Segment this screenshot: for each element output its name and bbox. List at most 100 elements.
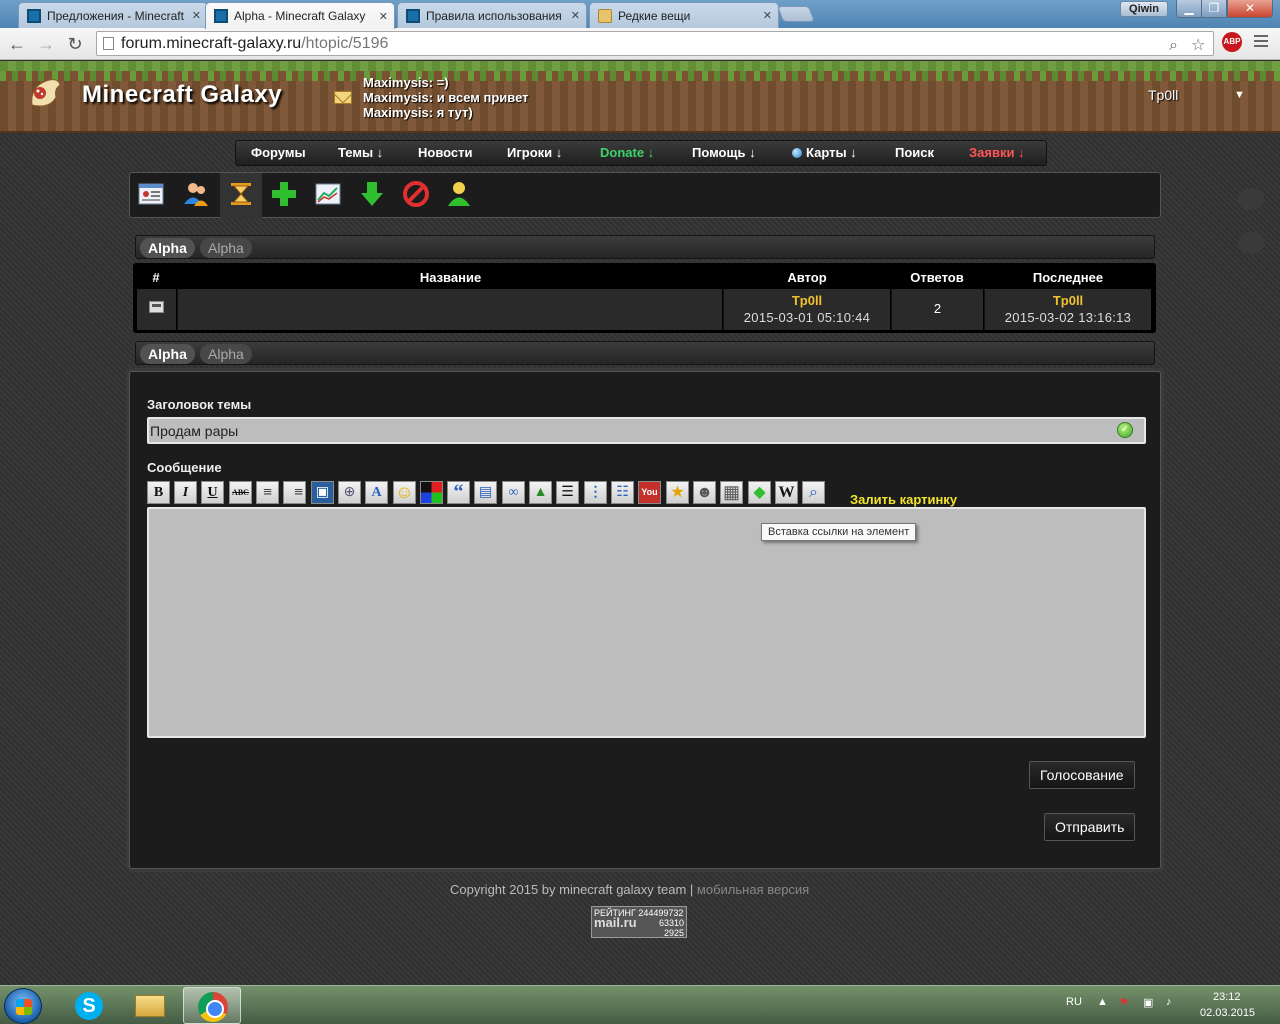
bold-button[interactable]: B — [147, 481, 170, 504]
font-color-button[interactable]: A — [365, 481, 388, 504]
tab-alpha[interactable]: Alpha - Minecraft Galaxy ✕ — [205, 2, 395, 29]
breadcrumb-item[interactable]: Alpha — [200, 344, 252, 364]
numbered-list-button[interactable]: ☷ — [611, 481, 634, 504]
breadcrumb-item[interactable]: Alpha — [200, 238, 252, 258]
zoom-icon[interactable]: ⌕ — [1169, 34, 1178, 57]
nav-donate[interactable]: Donate ↓ — [600, 145, 654, 160]
nav-news[interactable]: Новости — [418, 145, 473, 160]
volume-icon[interactable]: ♪ — [1166, 996, 1172, 1008]
strikethrough-button[interactable]: ABC — [229, 481, 252, 504]
youtube-button[interactable]: You — [638, 481, 661, 504]
window-close-button[interactable]: ✕ — [1227, 0, 1273, 18]
poll-button[interactable]: Голосование — [1029, 761, 1135, 789]
breadcrumb: Alpha Alpha — [135, 235, 1155, 259]
italic-button[interactable]: I — [174, 481, 197, 504]
clock-time[interactable]: 23:12 — [1213, 991, 1241, 1003]
mail-icon[interactable] — [334, 91, 352, 104]
insert-image-button[interactable]: ▲ — [529, 481, 552, 504]
reload-icon[interactable]: ↻ — [63, 32, 87, 56]
insert-item-link-button[interactable]: ◆ — [748, 481, 771, 504]
color-palette-button[interactable]: ■ — [420, 481, 443, 504]
insert-link-button[interactable]: ∞ — [502, 481, 525, 504]
nav-forums[interactable]: Форумы — [251, 145, 306, 160]
tab-proposals[interactable]: Предложения - Minecraft ✕ — [18, 2, 208, 28]
adblock-icon[interactable]: ABP — [1222, 32, 1242, 52]
underline-button[interactable]: U — [201, 481, 224, 504]
forward-icon[interactable]: → — [34, 32, 58, 56]
back-icon[interactable]: ← — [5, 32, 29, 56]
wiki-button[interactable]: W — [775, 481, 798, 504]
nav-help[interactable]: Помощь ↓ — [692, 145, 756, 160]
close-icon[interactable]: ✕ — [192, 9, 201, 22]
submit-button[interactable]: Отправить — [1044, 813, 1136, 841]
add-plus-icon[interactable] — [269, 179, 299, 209]
last-date[interactable]: 2015-03-02 13:16:13 — [985, 310, 1151, 325]
tray-expand-icon[interactable]: ▲ — [1097, 996, 1108, 1008]
insert-spoiler-button[interactable]: ⊕ — [338, 481, 361, 504]
stats-chart-icon[interactable] — [313, 179, 343, 209]
preview-button[interactable]: ⌕ — [802, 481, 825, 504]
chrome-menu-icon[interactable] — [1254, 35, 1268, 49]
taskbar-chrome[interactable] — [183, 987, 241, 1024]
bullet-list-button[interactable]: ⋮ — [584, 481, 607, 504]
mobile-version-link[interactable]: мобильная версия — [697, 882, 809, 897]
row-title-cell[interactable] — [177, 289, 722, 330]
bookmark-star-icon[interactable]: ☆ — [1191, 34, 1205, 57]
col-header-num: # — [152, 270, 160, 285]
last-user-link[interactable]: Tp0ll — [985, 293, 1151, 308]
user-icon[interactable] — [444, 179, 474, 209]
quote-button[interactable]: “ — [447, 481, 470, 504]
message-textarea[interactable] — [147, 507, 1146, 738]
taskbar-skype[interactable]: S — [60, 987, 118, 1024]
flag-alert-icon[interactable]: ⚑ — [1119, 996, 1129, 1009]
award-button[interactable]: ★ — [666, 481, 689, 504]
tab-rare-items[interactable]: Редкие вещи ✕ — [589, 2, 779, 28]
close-icon[interactable]: ✕ — [571, 9, 580, 22]
breadcrumb-item[interactable]: Alpha — [140, 344, 195, 364]
topic-title-input[interactable] — [147, 417, 1146, 444]
breadcrumb-item[interactable]: Alpha — [140, 238, 195, 258]
mailru-counter[interactable]: РЕЙТИНГ 244499732 mail.ru 63310 2925 — [591, 906, 687, 938]
ban-icon[interactable] — [401, 179, 431, 209]
taskbar-explorer[interactable] — [121, 987, 179, 1024]
author-link[interactable]: Tp0ll — [724, 293, 890, 308]
start-button[interactable] — [4, 988, 42, 1024]
minimize-button[interactable]: ▁ — [1176, 0, 1202, 18]
smiley-button[interactable]: ☺ — [393, 481, 416, 504]
nav-search[interactable]: Поиск — [895, 145, 934, 160]
insert-block-button[interactable]: ▣ — [311, 481, 334, 504]
clock-date[interactable]: 02.03.2015 — [1200, 1007, 1255, 1019]
minecraft-favicon-icon — [27, 8, 41, 23]
chevron-down-icon[interactable]: ▼ — [1234, 89, 1245, 101]
new-tab-button[interactable] — [777, 6, 815, 22]
nav-requests[interactable]: Заявки ↓ — [969, 145, 1025, 160]
separator: | — [686, 882, 697, 897]
insert-code-button[interactable]: ▤ — [474, 481, 497, 504]
download-arrow-icon[interactable] — [357, 179, 387, 209]
nav-maps[interactable]: Карты ↓ — [792, 145, 857, 160]
side-scroll-icon[interactable] — [1238, 188, 1264, 210]
upload-image-link[interactable]: Залить картинку — [850, 492, 957, 507]
topic-type-icon — [149, 301, 164, 313]
tab-rules[interactable]: Правила использования ✕ — [397, 2, 587, 28]
side-info-icon[interactable] — [1238, 232, 1264, 254]
close-icon[interactable]: ✕ — [379, 10, 388, 23]
address-bar[interactable]: forum.minecraft-galaxy.ru/htopic/5196 ⌕ … — [96, 31, 1214, 56]
user-mention-button[interactable]: ☻ — [693, 481, 716, 504]
maximize-button[interactable]: ❐ — [1201, 0, 1227, 18]
nav-topics[interactable]: Темы ↓ — [338, 145, 383, 160]
site-title[interactable]: Minecraft Galaxy — [82, 81, 282, 109]
nav-players[interactable]: Игроки ↓ — [507, 145, 562, 160]
galaxy-logo-icon[interactable] — [26, 75, 64, 113]
network-icon[interactable]: ▣ — [1143, 996, 1153, 1009]
close-icon[interactable]: ✕ — [763, 9, 772, 22]
friends-icon[interactable] — [181, 179, 211, 209]
indent-button[interactable]: ☰ — [556, 481, 579, 504]
insert-table-button[interactable]: ▦ — [720, 481, 743, 504]
topics-hourglass-icon[interactable] — [226, 179, 256, 209]
header-username[interactable]: Tp0ll — [1148, 87, 1178, 103]
align-center-button[interactable]: ≡ — [256, 481, 279, 504]
align-right-button[interactable]: ≡ — [283, 481, 306, 504]
profile-card-icon[interactable] — [136, 179, 166, 209]
language-indicator[interactable]: RU — [1066, 996, 1082, 1008]
